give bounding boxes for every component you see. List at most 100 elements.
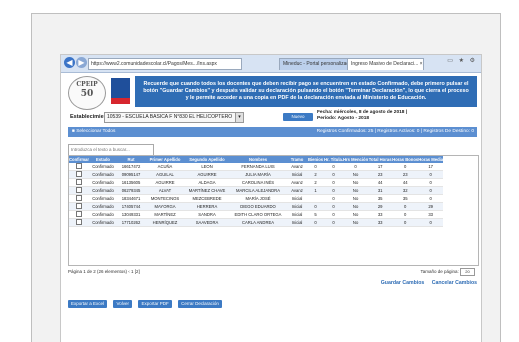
column-header[interactable]: Primer Apellido <box>145 156 186 163</box>
table-cell: MARCILA ALEJANDRA <box>229 186 288 195</box>
table-cell: 23 <box>392 170 419 179</box>
table-row[interactable]: Confirmado 16135605 AGUIRRE ALDAGA CAROLINA … <box>69 178 444 187</box>
confirm-checkbox[interactable] <box>76 171 82 177</box>
table-cell: Confirmado <box>89 178 118 187</box>
table-cell: Inicial <box>287 170 308 179</box>
forward-icon[interactable]: ▶ <box>76 57 87 68</box>
column-header[interactable]: Rut <box>117 156 146 163</box>
table-cell: 0 <box>324 170 344 179</box>
table-cell: Confirmado <box>89 202 118 211</box>
confirm-checkbox[interactable] <box>76 219 82 225</box>
table-cell: 29 <box>368 202 393 211</box>
table-row[interactable]: Confirmado 17405744 MAYORGA HERRERA DIEGO ED… <box>69 202 444 211</box>
table-cell: 09095147 <box>117 170 146 179</box>
table-cell: 0 <box>392 210 419 219</box>
cerrar-declaracion-button[interactable]: Cerrar Declaración <box>178 300 222 308</box>
establecimiento-value: 10539 - ESCUELA BASICA F N°830 EL HELICO… <box>107 114 233 120</box>
confirm-checkbox[interactable] <box>76 195 82 201</box>
table-cell: 17710262 <box>117 218 146 227</box>
table-cell: 0 <box>324 194 344 203</box>
guardar-cambios-link[interactable]: Guardar Cambios <box>381 280 425 286</box>
table-cell: 0 <box>392 218 419 227</box>
tab-ingreso[interactable]: Ingreso Masivo de Declaraci... × <box>347 58 424 70</box>
tab-portal[interactable]: Mineduc - Portal personalizado <box>279 58 349 70</box>
pager-info[interactable]: Página 1 de 2 (26 elementos) ‹ 1 [2] <box>68 269 140 274</box>
table-cell: FERNANDA LUIS <box>229 163 288 171</box>
establecimiento-select[interactable]: 10539 - ESCUELA BASICA F N°830 EL HELICO… <box>104 112 244 123</box>
column-header[interactable]: Estado <box>89 156 118 163</box>
table-cell: ALVAT <box>145 186 186 195</box>
table-cell: LEON <box>185 163 230 171</box>
table-cell: 0 <box>324 178 344 187</box>
table-row[interactable]: Confirmado 09095147 AGUILAL AGUIRRE JULIA MA… <box>69 170 444 179</box>
logo-line1: CPEIP <box>76 81 98 88</box>
table-cell: 0 <box>324 218 344 227</box>
nuevo-docente-button[interactable]: Nuevo Docente <box>283 113 313 127</box>
table-cell: Avanz <box>287 163 308 171</box>
volver-button[interactable]: Volver <box>113 300 132 308</box>
table-cell: 0 <box>307 163 325 171</box>
table-cell: No <box>343 170 369 179</box>
exportar-pdf-button[interactable]: Exportar PDF <box>138 300 172 308</box>
page-size-label: Tamaño de página: <box>420 269 459 275</box>
confirm-checkbox-cell[interactable] <box>69 218 90 227</box>
table-row[interactable]: Confirmado 18344671 MONTECINOS MEZCEBREDE MA… <box>69 194 444 203</box>
action-links: Guardar Cambios Cancelar Cambios <box>375 280 477 286</box>
chevron-down-icon[interactable]: ▾ <box>235 113 243 122</box>
table-row[interactable]: Confirmado 17710262 HENRÍQUEZ SAAVEDRA CARLA… <box>69 218 444 227</box>
table-cell: 13049331 <box>117 210 146 219</box>
fecha-info: Fecha: miércoles, 8 de agosto de 2018 | … <box>317 110 407 122</box>
table-cell: No <box>343 186 369 195</box>
confirm-checkbox[interactable] <box>76 203 82 209</box>
table-row[interactable]: Confirmado 16617472 ACUÑA LEON FERNANDA LUIS… <box>69 163 444 171</box>
table-cell: 33 <box>368 210 393 219</box>
column-header[interactable]: Segundo Apellido <box>185 156 230 163</box>
confirm-checkbox-cell[interactable] <box>69 170 90 179</box>
back-icon[interactable]: ◀ <box>64 57 75 68</box>
confirm-checkbox-cell[interactable] <box>69 186 90 195</box>
column-header[interactable]: Total Horas <box>368 156 393 163</box>
column-header[interactable]: Hrs Mención <box>343 156 369 163</box>
browser-toolbar-icons[interactable]: ▭ ★ ⚙ <box>447 57 477 64</box>
bottom-buttons: Exportar a Excel Volver Exportar PDF Cer… <box>68 292 224 310</box>
column-header[interactable]: Tramo <box>287 156 308 163</box>
docentes-grid: Confirmar Estado Rut Primer Apellido Segundo… <box>68 155 479 266</box>
table-cell: Inicial <box>287 210 308 219</box>
column-header[interactable]: Nombres <box>229 156 288 163</box>
confirm-checkbox[interactable] <box>76 179 82 185</box>
column-header[interactable]: Hr. Titula. <box>324 156 344 163</box>
table-cell: 29 <box>418 202 444 211</box>
table-cell: 0 <box>418 178 444 187</box>
table-cell: 06279345 <box>117 186 146 195</box>
cancelar-cambios-link[interactable]: Cancelar Cambios <box>432 280 477 286</box>
confirm-checkbox[interactable] <box>76 163 82 169</box>
column-header[interactable]: Bienios <box>307 156 325 163</box>
confirm-checkbox-cell[interactable] <box>69 178 90 187</box>
exportar-excel-button[interactable]: Exportar a Excel <box>68 300 108 308</box>
ministry-crest-icon <box>111 78 130 104</box>
table-cell: SANDRA <box>185 210 230 219</box>
confirm-checkbox-cell[interactable] <box>69 202 90 211</box>
confirm-checkbox[interactable] <box>76 211 82 217</box>
page-size-select[interactable]: 20 <box>460 268 475 276</box>
table-cell: 17 <box>418 163 444 171</box>
table-row[interactable]: Confirmado 06279345 ALVAT MARTÍNEZ CHAVE MAR… <box>69 186 444 195</box>
confirm-checkbox-cell[interactable] <box>69 194 90 203</box>
column-header[interactable]: Confirmar <box>69 156 90 163</box>
table-cell: No <box>343 194 369 203</box>
select-all-toggle[interactable]: ■ Seleccionar Todos <box>72 127 115 137</box>
confirm-checkbox-cell[interactable] <box>69 163 90 171</box>
table-cell: MONTECINOS <box>145 194 186 203</box>
table-cell: HERRERA <box>185 202 230 211</box>
confirm-checkbox-cell[interactable] <box>69 210 90 219</box>
docentes-table: Confirmar Estado Rut Primer Apellido Segundo… <box>69 156 444 227</box>
table-cell: ACUÑA <box>145 163 186 171</box>
table-cell: MAYORGA <box>145 202 186 211</box>
confirm-checkbox[interactable] <box>76 187 82 193</box>
column-header[interactable]: Horas Bonos <box>392 156 419 163</box>
column-header[interactable]: Horas Media <box>418 156 444 163</box>
table-cell: 0 <box>307 202 325 211</box>
table-row[interactable]: Confirmado 13049331 MARTÍNEZ SANDRA EDITH CL… <box>69 210 444 219</box>
address-bar[interactable]: https://www2.comunidadescolar.cl/Pagos/M… <box>88 58 242 70</box>
table-cell: 0 <box>324 202 344 211</box>
